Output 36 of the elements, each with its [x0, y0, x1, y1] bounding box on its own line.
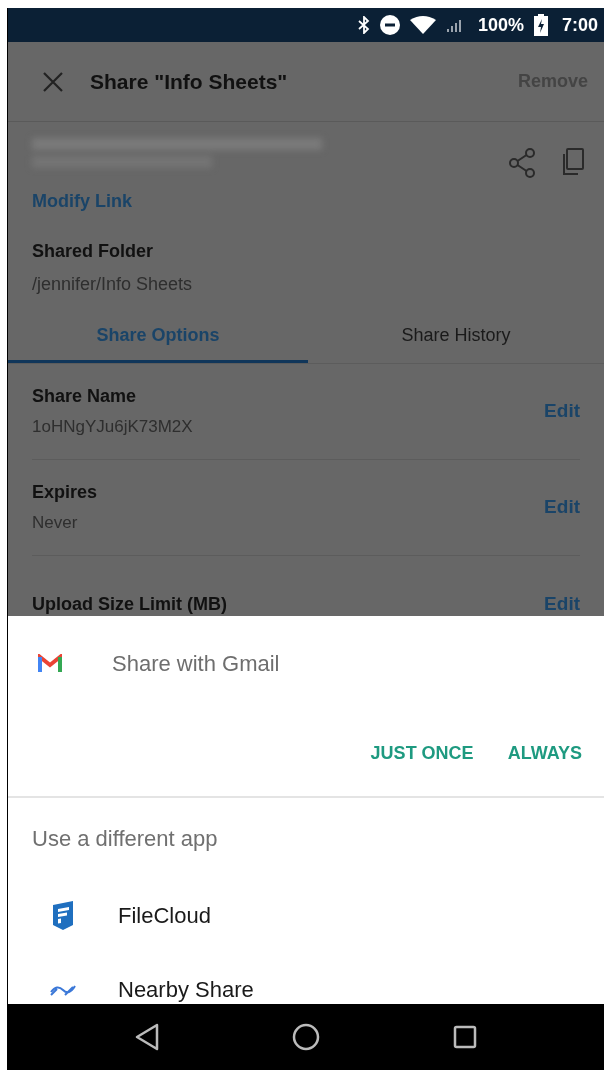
shared-folder-label: Shared Folder — [32, 240, 155, 263]
recents-icon[interactable] — [453, 1025, 478, 1049]
tab[interactable]: Share History — [308, 310, 604, 363]
battery-charging-icon — [533, 14, 548, 36]
shield-logo-icon — [51, 899, 75, 931]
app-list-item[interactable]: FileCloud — [8, 878, 604, 952]
bluetooth-icon — [357, 16, 370, 34]
home-icon[interactable] — [292, 1023, 320, 1051]
option-label: Expires — [32, 481, 98, 505]
clock: 7:00 — [561, 13, 598, 37]
edit-button[interactable]: Edit — [544, 589, 580, 616]
option-value: Never — [32, 512, 79, 535]
window-title: Share "Info Sheets" — [90, 68, 288, 95]
close-icon[interactable] — [42, 70, 64, 93]
app-list-item[interactable]: Nearby Share — [8, 952, 604, 1004]
back-icon[interactable] — [134, 1023, 159, 1051]
section-heading: Use a different app — [32, 824, 218, 853]
share-icon[interactable] — [508, 148, 536, 178]
shared-folder-path: /jennifer/Info Sheets — [32, 273, 194, 296]
edit-button[interactable]: Edit — [544, 397, 580, 426]
option-value: 1oHNgYJu6jK73M2X — [32, 416, 193, 439]
wifi-icon — [409, 16, 436, 34]
edit-button[interactable]: Edit — [544, 493, 580, 522]
battery-percent: 100% — [477, 13, 524, 37]
app-name: FileCloud — [118, 901, 211, 930]
option-label: Share Name — [32, 385, 138, 409]
tab[interactable]: Share Options — [8, 310, 308, 363]
sheet-action-button[interactable]: ALWAYS — [507, 739, 582, 767]
modify-link[interactable]: Modify Link — [32, 188, 580, 215]
app-name: Nearby Share — [118, 975, 254, 1004]
option-label: Upload Size Limit (MB) — [32, 592, 227, 616]
copy-icon[interactable] — [560, 148, 584, 176]
sheet-action-button[interactable]: JUST ONCE — [370, 739, 474, 767]
mail-logo-icon — [38, 654, 62, 672]
default-app-label: Share with Gmail — [112, 649, 280, 678]
do-not-disturb-icon — [379, 15, 400, 35]
